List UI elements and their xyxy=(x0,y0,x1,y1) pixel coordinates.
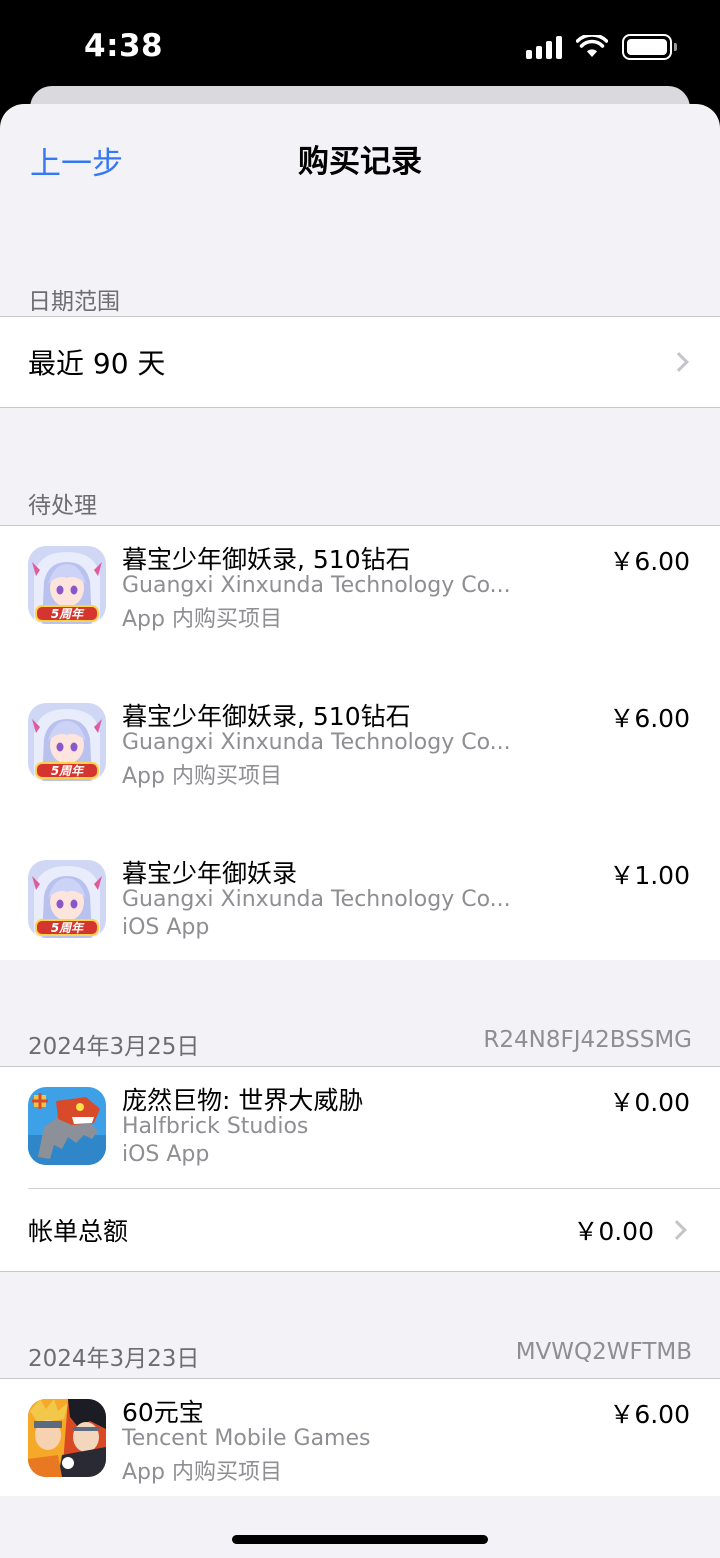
page-title: 购买记录 xyxy=(298,144,422,180)
anime-game-icon: 5周年 xyxy=(28,546,106,624)
item-title: 60元宝 xyxy=(122,1398,204,1427)
icon-badge-text: 5周年 xyxy=(50,607,84,621)
bill-total-row[interactable]: 帐单总额 ￥0.00 xyxy=(0,1189,720,1271)
battery-icon xyxy=(622,34,677,60)
date-range-row[interactable]: 最近 90 天 xyxy=(0,317,720,407)
item-title: 庞然巨物: 世界大威胁 xyxy=(122,1086,364,1115)
chevron-right-icon xyxy=(669,352,689,372)
item-developer: Guangxi Xinxunda Technology Co... xyxy=(122,887,511,912)
anime-game-icon: 5周年 xyxy=(28,703,106,781)
item-developer: Guangxi Xinxunda Technology Co... xyxy=(122,573,511,598)
wifi-icon xyxy=(576,35,608,57)
ninja-game-icon xyxy=(28,1399,106,1477)
purchase-item[interactable]: 5周年 暮宝少年御妖录 Guangxi Xinxunda Technology … xyxy=(0,840,720,997)
item-title: 暮宝少年御妖录 xyxy=(122,859,298,888)
item-developer: Guangxi Xinxunda Technology Co... xyxy=(122,730,511,755)
purchase-item[interactable]: 5周年 暮宝少年御妖录, 510钻石 Guangxi Xinxunda Tech… xyxy=(0,526,720,683)
date-range-value: 最近 90 天 xyxy=(28,347,166,380)
icon-badge-text: 5周年 xyxy=(50,921,84,935)
item-kind: App 内购买项目 xyxy=(122,607,282,632)
status-icons xyxy=(526,34,677,60)
date-range-group: 最近 90 天 xyxy=(0,316,720,408)
pending-header: 待处理 xyxy=(28,493,97,519)
bill-total-value: ￥0.00 xyxy=(573,1217,654,1246)
robot-dino-icon xyxy=(28,1087,106,1165)
navigation-bar: 上一步 购买记录 xyxy=(0,104,720,214)
order-group: 60元宝 Tencent Mobile Games App 内购买项目 ￥6.0… xyxy=(0,1378,720,1496)
order-group: 庞然巨物: 世界大威胁 Halfbrick Studios iOS App ￥0… xyxy=(0,1066,720,1272)
item-kind: iOS App xyxy=(122,1142,210,1167)
item-title: 暮宝少年御妖录, 510钻石 xyxy=(122,702,411,731)
home-indicator[interactable] xyxy=(232,1535,488,1544)
item-kind: App 内购买项目 xyxy=(122,764,282,789)
bill-total-label: 帐单总额 xyxy=(28,1217,129,1246)
order-date: 2024年3月25日 xyxy=(28,1034,200,1060)
status-bar: 4:38 xyxy=(0,0,720,96)
date-range-header: 日期范围 xyxy=(28,289,120,315)
order-date: 2024年3月23日 xyxy=(28,1346,200,1372)
anime-game-icon: 5周年 xyxy=(28,860,106,938)
purchase-item[interactable]: 庞然巨物: 世界大威胁 Halfbrick Studios iOS App ￥0… xyxy=(0,1067,720,1188)
item-price: ￥6.00 xyxy=(609,1400,690,1429)
order-id[interactable]: MVWQ2WFTMB xyxy=(516,1339,692,1365)
item-kind: iOS App xyxy=(122,915,210,940)
cellular-signal-icon xyxy=(526,35,562,59)
purchase-item[interactable]: 5周年 暮宝少年御妖录, 510钻石 Guangxi Xinxunda Tech… xyxy=(0,683,720,840)
pending-group: 5周年 暮宝少年御妖录, 510钻石 Guangxi Xinxunda Tech… xyxy=(0,525,720,960)
item-price: ￥1.00 xyxy=(609,861,690,890)
item-developer: Tencent Mobile Games xyxy=(122,1426,371,1451)
item-price: ￥6.00 xyxy=(609,704,690,733)
item-price: ￥0.00 xyxy=(609,1088,690,1117)
icon-badge-text: 5周年 xyxy=(50,764,84,778)
purchase-item[interactable]: 60元宝 Tencent Mobile Games App 内购买项目 ￥6.0… xyxy=(0,1379,720,1497)
item-price: ￥6.00 xyxy=(609,547,690,576)
order-id[interactable]: R24N8FJ42BSSMG xyxy=(483,1027,692,1053)
item-developer: Halfbrick Studios xyxy=(122,1114,309,1139)
purchase-history-sheet: 上一步 购买记录 日期范围 最近 90 天 待处理 5周年 暮宝少年御妖录, 5… xyxy=(0,104,720,1558)
status-time: 4:38 xyxy=(84,28,164,64)
item-kind: App 内购买项目 xyxy=(122,1460,282,1485)
chevron-right-icon xyxy=(667,1220,687,1240)
item-title: 暮宝少年御妖录, 510钻石 xyxy=(122,545,411,574)
